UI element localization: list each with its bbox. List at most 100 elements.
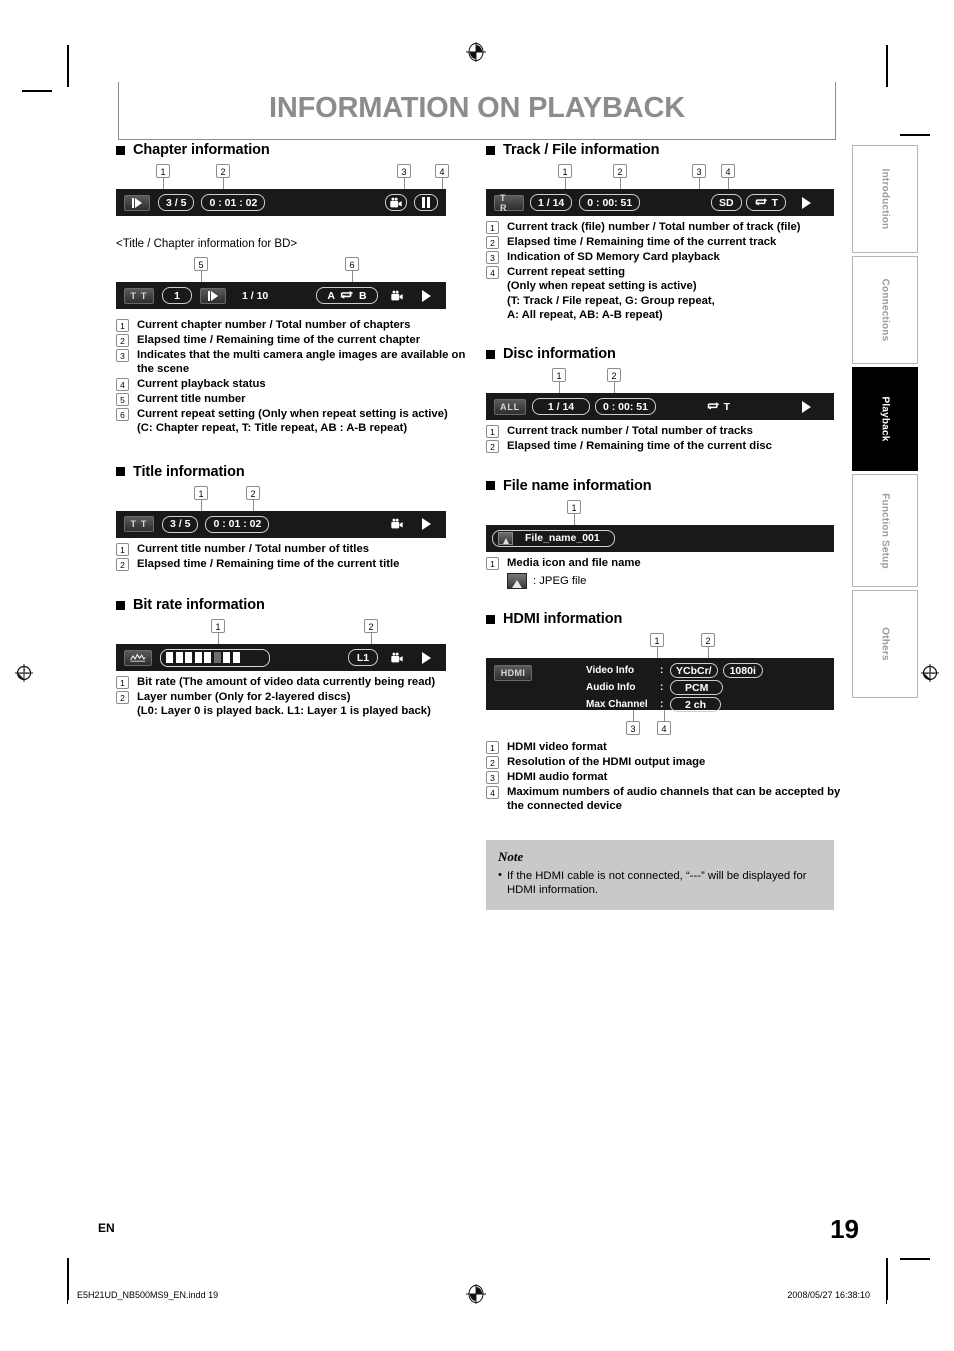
list-item: 1 Current track (file) number / Total num… xyxy=(486,220,844,234)
side-tab-introduction[interactable]: Introduction xyxy=(852,145,918,253)
section-heading-title-information: Title information xyxy=(116,464,474,480)
list-item: 1 Media icon and file name xyxy=(486,556,844,570)
hdmi-video-format: YCbCr/ xyxy=(670,663,718,679)
hdmi-row-colon: : xyxy=(660,699,664,711)
bullet-square-icon xyxy=(116,467,125,477)
play-chapter-icon xyxy=(124,194,150,211)
registration-mark-top xyxy=(466,42,486,62)
title-tag: T T xyxy=(124,516,154,533)
track-description-list: 1 Current track (file) number / Total num… xyxy=(486,220,844,322)
side-tab-label: Playback xyxy=(879,396,891,442)
callout-number-4: 4 xyxy=(435,164,449,178)
list-item: 1 Current title number / Total number of … xyxy=(116,542,474,556)
bitrate-segment-dim xyxy=(213,652,221,664)
list-item: 3 Indicates that the multi camera angle i… xyxy=(116,348,474,377)
side-tab-playback[interactable]: Playback xyxy=(852,367,918,471)
item-number: 2 xyxy=(116,557,129,571)
footer-rule-right xyxy=(886,1282,887,1304)
chapter-counter: 3 / 5 xyxy=(158,194,195,211)
jpeg-file-icon xyxy=(498,531,513,545)
elapsed-time: 0 : 00: 51 xyxy=(595,398,656,416)
side-tab-function-setup[interactable]: Function Setup xyxy=(852,474,918,587)
list-item: 5 Current title number xyxy=(116,392,474,407)
callout-number-1: 1 xyxy=(156,164,170,178)
jpeg-legend-label: : JPEG file xyxy=(533,575,587,588)
callout-row-disc: 1 2 xyxy=(486,368,844,395)
repeat-mode-label: T xyxy=(723,400,730,413)
section-heading-label: Track / File information xyxy=(503,142,660,158)
play-icon xyxy=(414,651,438,664)
list-item: 1 HDMI video format xyxy=(486,740,844,755)
jpeg-file-icon xyxy=(507,573,527,590)
section-heading-label: Bit rate information xyxy=(133,597,265,614)
repeat-mode-label: T xyxy=(771,196,778,209)
elapsed-time: 0 : 00: 51 xyxy=(579,194,641,211)
item-number: 4 xyxy=(486,265,499,279)
section-heading-label: Disc information xyxy=(503,346,616,363)
callout-row-file-name: 1 xyxy=(486,499,844,526)
osd-chapter-information-bar: 3 / 5 0 : 01 : 02 xyxy=(116,189,446,216)
item-number: 2 xyxy=(486,755,499,769)
item-number: 6 xyxy=(116,407,129,421)
callout-row-title: 1 2 xyxy=(116,485,474,512)
item-text: Current chapter number / Total number of… xyxy=(137,319,411,331)
section-heading-hdmi-information: HDMI information xyxy=(486,611,844,627)
print-file-name: E5H21UD_NB500MS9_EN.indd 19 xyxy=(77,1290,219,1300)
elapsed-time: 0 : 01 : 02 xyxy=(205,515,270,533)
bullet-square-icon xyxy=(486,481,495,491)
camera-angle-icon xyxy=(388,290,406,302)
list-item: 1 Bit rate (The amount of video data curr… xyxy=(116,675,474,690)
callout-line-3 xyxy=(633,710,634,722)
repeat-label-a: A xyxy=(327,289,335,302)
bullet-square-icon xyxy=(486,349,495,359)
callout-number-2: 2 xyxy=(613,164,627,178)
note-item: If the HDMI cable is not connected, “---… xyxy=(498,868,822,898)
list-item: 2 Layer number (Only for 2-layered discs)… xyxy=(116,690,474,719)
item-text: Current title number / Total number of t… xyxy=(137,542,370,555)
callout-number-2: 2 xyxy=(364,619,378,634)
play-icon xyxy=(414,289,438,302)
item-text: Elapsed time / Remaining time of the cur… xyxy=(137,557,400,570)
section-heading-disc-information: Disc information xyxy=(486,346,844,362)
hdmi-row-label: Audio Info xyxy=(586,682,636,694)
list-item: 4 Current playback status xyxy=(116,377,474,392)
osd-bd-title-chapter-bar: T T 1 1 / 10 A B xyxy=(116,282,446,309)
item-number: 1 xyxy=(116,542,129,556)
item-number: 1 xyxy=(486,221,499,234)
osd-bit-rate-bar: L1 xyxy=(116,644,446,672)
side-tab-others[interactable]: Others xyxy=(852,590,918,698)
layer-number: L1 xyxy=(348,649,378,667)
side-tab-connections[interactable]: Connections xyxy=(852,256,918,364)
list-item: 1 Current chapter number / Total number o… xyxy=(116,318,474,332)
item-text: Media icon and file name xyxy=(507,556,641,569)
item-number: 1 xyxy=(486,741,499,755)
repeat-loop-icon xyxy=(340,291,354,299)
file-name-label: File_name_001 xyxy=(525,532,600,545)
bitrate-segment xyxy=(175,652,183,664)
hdmi-row-colon: : xyxy=(660,665,664,677)
item-text: Bit rate (The amount of video data curre… xyxy=(137,676,436,689)
title-counter: 3 / 5 xyxy=(162,515,199,533)
item-number: 3 xyxy=(486,250,499,264)
bitrate-meter xyxy=(160,648,270,667)
item-text: Current repeat setting (Only when repeat… xyxy=(137,407,448,435)
item-number: 2 xyxy=(486,440,499,454)
callout-row-bitrate: 1 2 xyxy=(116,619,474,646)
item-number: 4 xyxy=(486,785,499,799)
item-text: HDMI video format xyxy=(507,741,607,754)
callout-number-3: 3 xyxy=(692,164,706,178)
section-heading-file-name-information: File name information xyxy=(486,478,844,494)
callout-number-1: 1 xyxy=(194,485,208,500)
bullet-square-icon xyxy=(486,614,495,624)
bitrate-graph-icon xyxy=(124,649,152,666)
footer-rule-left xyxy=(67,1282,68,1304)
repeat-indicator: T xyxy=(706,401,730,413)
callout-number-4: 4 xyxy=(657,721,671,736)
callout-number-1: 1 xyxy=(211,619,225,634)
callout-number-2: 2 xyxy=(607,368,621,383)
side-tab-label: Function Setup xyxy=(879,492,891,569)
item-number: 1 xyxy=(116,319,129,332)
pause-icon xyxy=(414,194,438,211)
file-name-pill: File_name_001 xyxy=(492,529,615,547)
section-heading-bit-rate-information: Bit rate information xyxy=(116,597,474,613)
